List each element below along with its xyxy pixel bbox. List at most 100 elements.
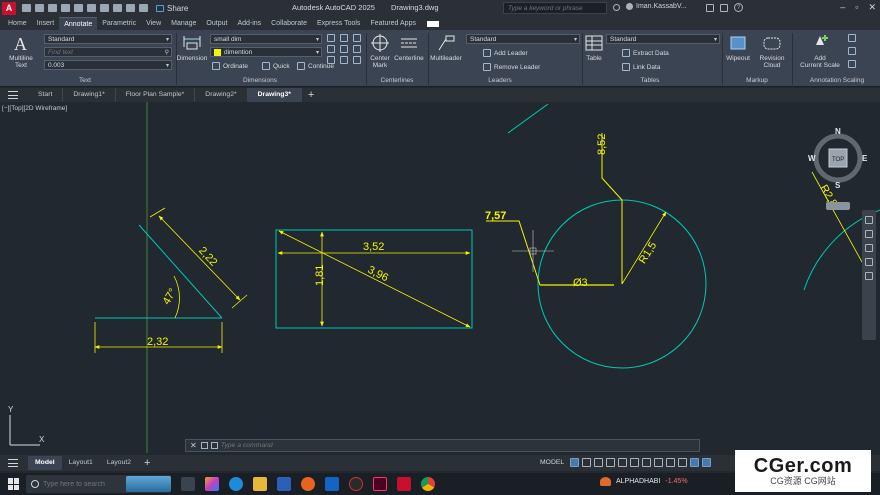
file-tab-start[interactable]: Start <box>28 88 64 102</box>
dim-angle-47[interactable]: 47° <box>161 275 180 319</box>
close-command-icon[interactable]: ✕ <box>190 441 197 450</box>
edge-browser-icon[interactable] <box>229 477 243 491</box>
tab-annotate[interactable]: Annotate <box>59 17 98 30</box>
copilot-icon[interactable] <box>205 477 219 491</box>
app-store-icon[interactable] <box>720 3 728 12</box>
redo-icon[interactable] <box>113 4 122 12</box>
file-tab-drawing3[interactable]: Drawing3* <box>247 88 302 102</box>
dimensions-panel-label[interactable]: Dimensions <box>200 77 320 86</box>
partial-line-top[interactable] <box>507 103 549 134</box>
markup-panel-label[interactable]: Markup <box>730 77 784 86</box>
dim-1-81[interactable]: 1,81 <box>314 231 326 327</box>
task-view-icon[interactable] <box>181 477 195 491</box>
scale-list-icon[interactable] <box>848 34 856 42</box>
ucs-icon[interactable]: Y X <box>8 405 45 446</box>
plot-icon[interactable] <box>126 4 135 12</box>
multileader-button[interactable]: Multileader <box>428 33 464 62</box>
dim-jog-icon[interactable] <box>340 45 348 53</box>
tab-manage[interactable]: Manage <box>166 17 201 30</box>
object-track-icon[interactable] <box>630 458 640 467</box>
find-text-box[interactable]: ⚲ <box>44 47 172 57</box>
model-space-label[interactable]: MODEL <box>540 459 564 466</box>
center-mark-button[interactable]: Center Mark <box>368 33 392 69</box>
wcs-menu[interactable] <box>826 202 850 210</box>
wrench-icon[interactable] <box>200 442 208 449</box>
viewcube[interactable]: TOP N S W E <box>808 127 868 210</box>
extract-data-button[interactable]: Extract Data <box>622 49 669 57</box>
file-tab-drawing2[interactable]: Drawing2* <box>195 88 248 102</box>
selection-cycling-icon[interactable] <box>678 458 688 467</box>
revision-cloud-button[interactable]: Revision Cloud <box>756 33 788 69</box>
drawing-svg[interactable]: 2,22 47° 2,32 3,52 1,81 3,96 R1,5 Ø3 7,5… <box>0 102 880 453</box>
file-explorer-icon[interactable] <box>253 477 267 491</box>
workspace-switch-icon[interactable] <box>702 458 712 467</box>
tab-home[interactable]: Home <box>3 17 32 30</box>
cart-icon[interactable] <box>706 3 714 12</box>
wipeout-button[interactable]: Wipeout <box>722 33 754 62</box>
search-icon[interactable] <box>613 4 620 11</box>
tab-output[interactable]: Output <box>201 17 232 30</box>
find-search-icon[interactable]: ⚲ <box>165 49 169 56</box>
user-account[interactable]: Iman.KassabV... <box>626 3 687 10</box>
annotation-scaling-panel-label[interactable]: Annotation Scaling <box>794 77 880 86</box>
tab-collaborate[interactable]: Collaborate <box>266 17 312 30</box>
triangle-hypotenuse[interactable] <box>138 224 223 319</box>
steering-wheel-icon[interactable] <box>865 216 873 224</box>
dimension-button[interactable]: Dimension <box>174 33 210 62</box>
chrome-icon[interactable] <box>421 477 435 491</box>
workspace-icon[interactable] <box>139 4 148 12</box>
cloud-open-icon[interactable] <box>74 4 83 12</box>
text-panel-label[interactable]: Text <box>40 77 130 86</box>
quick-dim-button[interactable]: Quick <box>262 62 290 70</box>
annotation-scale-icon[interactable] <box>690 458 700 467</box>
link-data-button[interactable]: Link Data <box>622 63 660 71</box>
minimize-icon[interactable]: – <box>840 2 845 13</box>
viewcube-south[interactable]: S <box>835 181 841 190</box>
tab-parametric[interactable]: Parametric <box>97 17 141 30</box>
add-leader-button[interactable]: Add Leader <box>483 49 528 57</box>
ordinate-dim-8-52[interactable]: 8,52 <box>596 133 623 284</box>
maximize-icon[interactable]: ▫ <box>855 2 858 13</box>
ribbon-minimize-toggle[interactable] <box>426 21 439 27</box>
tab-express-tools[interactable]: Express Tools <box>312 17 365 30</box>
save-icon[interactable] <box>48 4 57 12</box>
viewcube-west[interactable]: W <box>808 154 816 163</box>
tab-view[interactable]: View <box>141 17 166 30</box>
store-icon[interactable] <box>277 477 291 491</box>
mleader-style-dropdown[interactable]: Standard ▾ <box>466 34 580 44</box>
dim-style-dropdown[interactable]: small dim ▾ <box>210 34 322 44</box>
windows-start-icon[interactable] <box>8 478 20 490</box>
dim-oblique-icon[interactable] <box>340 56 348 64</box>
dim-r1-5[interactable]: R1,5 <box>621 211 667 285</box>
orbit-icon[interactable] <box>865 258 873 266</box>
undo-icon[interactable] <box>100 4 109 12</box>
file-tab-drawing1[interactable]: Drawing1* <box>63 88 116 102</box>
new-file-icon[interactable] <box>22 4 31 12</box>
autocad-logo-icon[interactable]: A <box>2 1 16 15</box>
firefox-icon[interactable] <box>301 477 315 491</box>
indesign-icon[interactable] <box>373 477 387 491</box>
tab-insert[interactable]: Insert <box>32 17 60 30</box>
dim-adjust-icon[interactable] <box>340 34 348 42</box>
open-folder-icon[interactable] <box>35 4 44 12</box>
leaders-panel-label[interactable]: Leaders <box>470 77 530 86</box>
grid-toggle-icon[interactable] <box>570 458 580 467</box>
pan-icon[interactable] <box>865 230 873 238</box>
command-input[interactable] <box>220 442 661 449</box>
isodraft-toggle-icon[interactable] <box>618 458 628 467</box>
showmotion-icon[interactable] <box>865 272 873 280</box>
scale-visibility-icon[interactable] <box>848 60 856 68</box>
polar-toggle-icon[interactable] <box>606 458 616 467</box>
viewcube-east[interactable]: E <box>862 154 868 163</box>
new-layout-plus-icon[interactable]: + <box>144 457 150 469</box>
dim-dia3[interactable]: Ø3 <box>540 277 614 289</box>
zoom-icon[interactable] <box>865 244 873 252</box>
viewcube-north[interactable]: N <box>835 127 841 136</box>
share-button[interactable]: Share <box>156 4 188 13</box>
layout-menu-icon[interactable] <box>8 459 18 467</box>
dim-center-icon[interactable] <box>353 45 361 53</box>
remove-leader-button[interactable]: Remove Leader <box>483 63 540 71</box>
transparency-toggle-icon[interactable] <box>666 458 676 467</box>
centerlines-panel-label[interactable]: Centerlines <box>368 77 426 86</box>
autocad-taskbar-icon[interactable] <box>397 477 411 491</box>
